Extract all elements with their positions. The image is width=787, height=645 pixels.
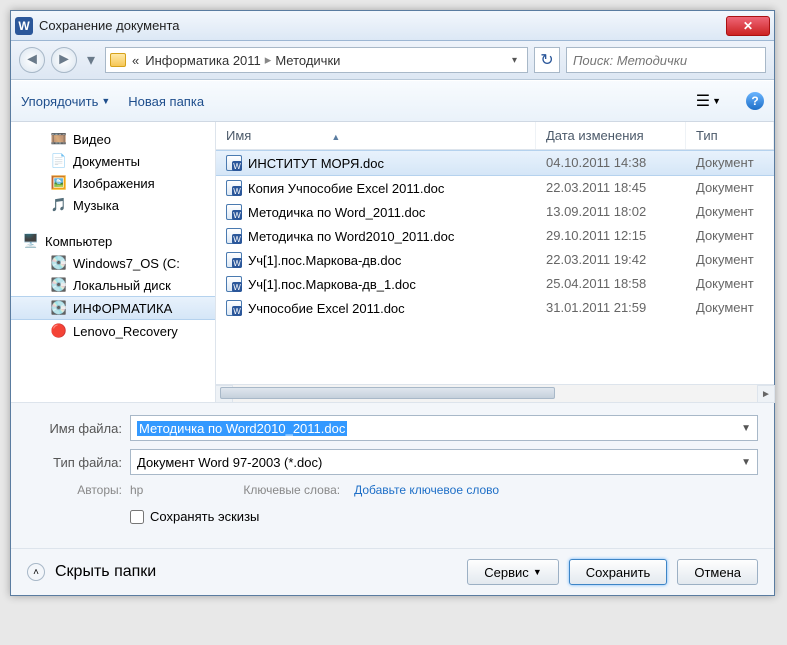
tags-label: Ключевые слова:: [243, 483, 340, 497]
tree-computer[interactable]: 🖥️ Компьютер: [11, 230, 215, 252]
drive-icon: 💽: [51, 255, 67, 271]
new-folder-button[interactable]: Новая папка: [128, 94, 204, 109]
file-row[interactable]: Уч[1].пос.Маркова-дв.doc22.03.2011 19:42…: [216, 248, 774, 272]
tags-add-link[interactable]: Добавьте ключевое слово: [354, 483, 499, 497]
refresh-button[interactable]: ↻: [534, 47, 560, 73]
col-date-header[interactable]: Дата изменения: [536, 122, 686, 149]
library-icon: 🎵: [51, 197, 67, 213]
drive-icon: 🔴: [51, 323, 67, 339]
window-title: Сохранение документа: [39, 18, 726, 33]
col-type-header[interactable]: Тип: [686, 122, 774, 149]
computer-icon: 🖥️: [23, 233, 39, 249]
save-button[interactable]: Сохранить: [569, 559, 668, 585]
doc-icon: [226, 252, 242, 268]
doc-icon: [226, 155, 242, 171]
sort-asc-icon: ▲: [331, 132, 340, 142]
save-thumbnail-label: Сохранять эскизы: [150, 509, 259, 524]
help-button[interactable]: ?: [746, 92, 764, 110]
tree-item[interactable]: 🖼️Изображения: [11, 172, 215, 194]
breadcrumb-segment[interactable]: Методички: [275, 53, 340, 68]
save-dialog-window: W Сохранение документа ✕ ◄ ► ▾ « Информа…: [10, 10, 775, 596]
authors-value[interactable]: hp: [130, 483, 143, 497]
chevron-down-icon[interactable]: ▼: [741, 423, 751, 434]
filename-input[interactable]: Методичка по Word2010_2011.doc ▼: [130, 415, 758, 441]
cancel-button[interactable]: Отмена: [677, 559, 758, 585]
breadcrumb-segment[interactable]: Информатика 2011: [145, 53, 261, 68]
search-input[interactable]: [566, 47, 766, 73]
file-row[interactable]: Методичка по Word2010_2011.doc29.10.2011…: [216, 224, 774, 248]
list-view-icon: ☰: [696, 91, 710, 111]
tree-drive-item[interactable]: 💽Windows7_OS (C:: [11, 252, 215, 274]
titlebar: W Сохранение документа ✕: [11, 11, 774, 41]
tree-item[interactable]: 🎞️Видео: [11, 128, 215, 150]
view-mode-button[interactable]: ☰ ▼: [689, 87, 728, 115]
h-scrollbar[interactable]: ◄ ►: [216, 384, 774, 402]
back-button[interactable]: ◄: [19, 47, 45, 73]
file-row[interactable]: Учпособие Excel 2011.doc31.01.2011 21:59…: [216, 296, 774, 320]
tree-drive-item[interactable]: 💽Локальный диск: [11, 274, 215, 296]
file-list-panel: Имя▲ Дата изменения Тип ИНСТИТУТ МОРЯ.do…: [216, 122, 774, 402]
authors-label: Авторы:: [27, 483, 122, 497]
filetype-label: Тип файла:: [27, 455, 122, 470]
tree-drive-item[interactable]: 💽ИНФОРМАТИКА: [11, 296, 215, 320]
filename-label: Имя файла:: [27, 421, 122, 436]
chevron-down-icon[interactable]: ▼: [741, 457, 751, 468]
save-thumbnail-checkbox[interactable]: [130, 510, 144, 524]
dialog-footer: ˄ Скрыть папки Сервис▼ Сохранить Отмена: [11, 548, 774, 595]
hide-folders-toggle-icon[interactable]: ˄: [27, 563, 45, 581]
drive-icon: 💽: [51, 300, 67, 316]
file-row[interactable]: ИНСТИТУТ МОРЯ.doc04.10.2011 14:38Докумен…: [216, 150, 774, 176]
toolbar: Упорядочить▼ Новая папка ☰ ▼ ?: [11, 80, 774, 122]
service-menu-button[interactable]: Сервис▼: [467, 559, 558, 585]
close-button[interactable]: ✕: [726, 16, 770, 36]
filetype-select[interactable]: Документ Word 97-2003 (*.doc) ▼: [130, 449, 758, 475]
file-row[interactable]: Методичка по Word_2011.doc13.09.2011 18:…: [216, 200, 774, 224]
doc-icon: [226, 228, 242, 244]
forward-button[interactable]: ►: [51, 47, 77, 73]
breadcrumb-prefix: «: [132, 53, 139, 68]
tree-item[interactable]: 📄Документы: [11, 150, 215, 172]
scroll-right-icon[interactable]: ►: [757, 385, 775, 403]
list-header: Имя▲ Дата изменения Тип: [216, 122, 774, 150]
breadcrumb-bar[interactable]: « Информатика 2011 ▸ Методички ▾: [105, 47, 528, 73]
history-dropdown[interactable]: ▾: [83, 49, 99, 71]
tree-item[interactable]: 🎵Музыка: [11, 194, 215, 216]
folder-icon: [110, 53, 126, 67]
library-icon: 📄: [51, 153, 67, 169]
drive-icon: 💽: [51, 277, 67, 293]
organize-menu[interactable]: Упорядочить▼: [21, 94, 110, 109]
doc-icon: [226, 204, 242, 220]
doc-icon: [226, 300, 242, 316]
doc-icon: [226, 276, 242, 292]
file-row[interactable]: Копия Учпособие Excel 2011.doc22.03.2011…: [216, 176, 774, 200]
doc-icon: [226, 180, 242, 196]
col-name-header[interactable]: Имя▲: [216, 122, 536, 149]
scroll-thumb[interactable]: [220, 387, 555, 399]
word-app-icon: W: [15, 17, 33, 35]
breadcrumb-dropdown[interactable]: ▾: [506, 55, 523, 66]
nav-chrome: ◄ ► ▾ « Информатика 2011 ▸ Методички ▾ ↻: [11, 41, 774, 80]
save-form: Имя файла: Методичка по Word2010_2011.do…: [11, 402, 774, 548]
file-row[interactable]: Уч[1].пос.Маркова-дв_1.doc25.04.2011 18:…: [216, 272, 774, 296]
hide-folders-label[interactable]: Скрыть папки: [55, 563, 156, 581]
folder-tree: 🎞️Видео📄Документы🖼️Изображения🎵Музыка 🖥️…: [11, 122, 216, 402]
library-icon: 🎞️: [51, 131, 67, 147]
library-icon: 🖼️: [51, 175, 67, 191]
breadcrumb-sep: ▸: [265, 52, 272, 68]
tree-drive-item[interactable]: 🔴Lenovo_Recovery: [11, 320, 215, 342]
